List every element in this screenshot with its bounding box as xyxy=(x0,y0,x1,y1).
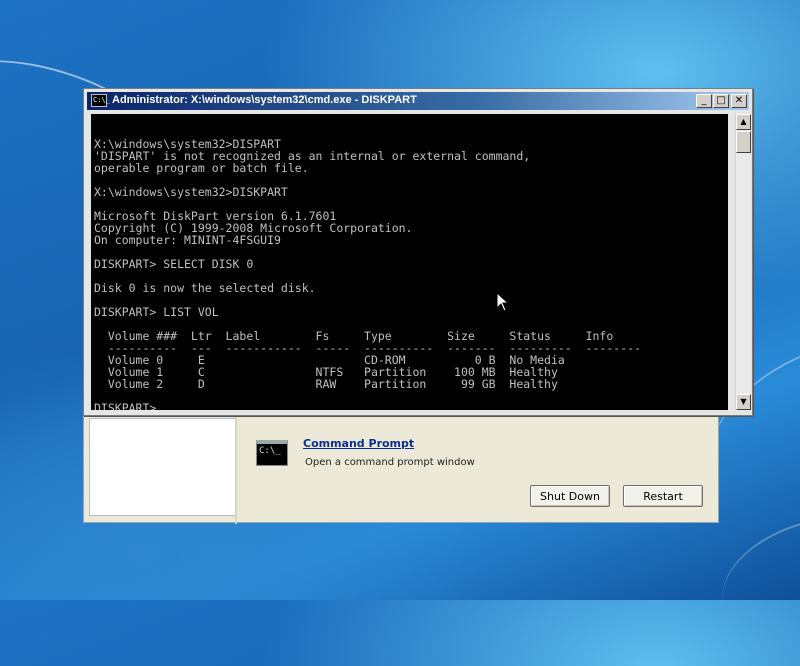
console-line: Disk 0 is now the selected disk. xyxy=(94,281,316,295)
title-bar[interactable]: C:\_ Administrator: X:\windows\system32\… xyxy=(87,92,749,110)
console-line: On computer: MININT-4FSGUI9 xyxy=(94,233,281,247)
console-line: Volume 2 D RAW Partition 99 GB Healthy xyxy=(94,377,558,391)
console-line: DISKPART> SELECT DISK 0 xyxy=(94,257,254,271)
maximize-button[interactable]: □ xyxy=(713,94,729,108)
console-line: X:\windows\system32>DISKPART xyxy=(94,185,288,199)
console-line: DISKPART> xyxy=(94,401,157,410)
cmd-window-icon[interactable]: C:\_ xyxy=(91,94,110,107)
shut-down-button[interactable]: Shut Down xyxy=(530,485,610,507)
mouse-pointer-icon xyxy=(496,292,510,312)
console-line: operable program or batch file. xyxy=(94,161,309,175)
command-prompt-link[interactable]: Command Prompt xyxy=(303,437,414,450)
close-button[interactable]: ✕ xyxy=(731,94,747,108)
command-prompt-icon[interactable]: C:\_ xyxy=(256,440,288,466)
minimize-button[interactable]: _ xyxy=(696,94,712,108)
console-text: X:\windows\system32>DISPART 'DISPART' is… xyxy=(91,114,728,410)
window-title: Administrator: X:\windows\system32\cmd.e… xyxy=(112,94,417,106)
console-line: DISKPART> LIST VOL xyxy=(94,305,219,319)
cmd-window[interactable]: C:\_ Administrator: X:\windows\system32\… xyxy=(83,88,753,416)
scroll-up-arrow-icon[interactable]: ▲ xyxy=(736,114,751,130)
console-output[interactable]: X:\windows\system32>DISPART 'DISPART' is… xyxy=(91,114,728,410)
scroll-thumb[interactable] xyxy=(736,131,751,153)
recovery-side-panel xyxy=(89,418,237,516)
restart-button[interactable]: Restart xyxy=(623,485,703,507)
vertical-scrollbar[interactable]: ▲ ▼ xyxy=(735,114,751,410)
recovery-divider xyxy=(235,406,237,524)
command-prompt-description: Open a command prompt window xyxy=(305,457,475,468)
scroll-down-arrow-icon[interactable]: ▼ xyxy=(736,394,751,410)
